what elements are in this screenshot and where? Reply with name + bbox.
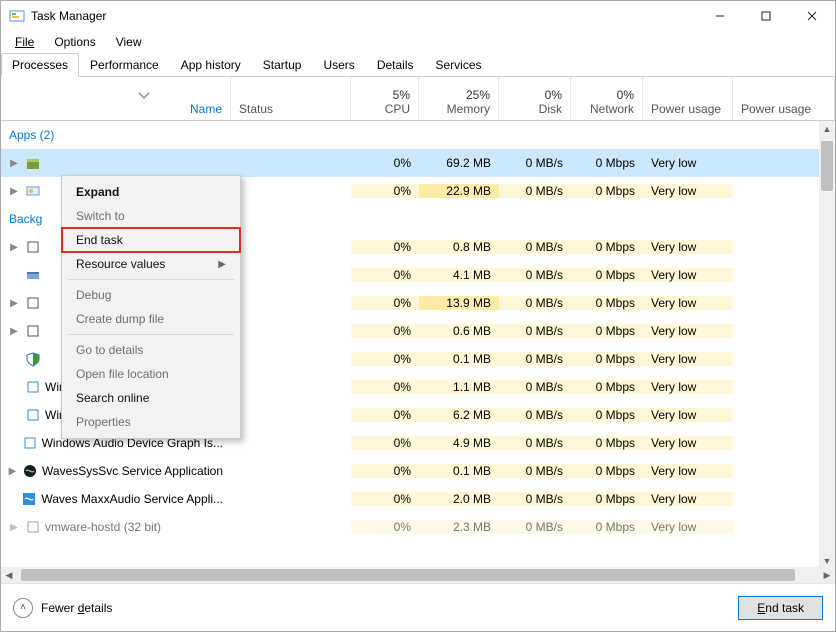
header-cpu[interactable]: 5%CPU xyxy=(351,77,419,120)
ctx-create-dump[interactable]: Create dump file xyxy=(62,307,240,331)
fewer-details-label: Fewer details xyxy=(41,601,112,615)
tab-users[interactable]: Users xyxy=(312,53,365,77)
expand-icon[interactable]: ▶ xyxy=(7,326,21,337)
process-icon xyxy=(25,295,41,311)
process-icon xyxy=(25,323,41,339)
ctx-end-task[interactable]: End task xyxy=(62,228,240,252)
titlebar: Task Manager xyxy=(1,1,835,31)
table-row[interactable]: ▶WavesSysSvc Service Application 0%0.1 M… xyxy=(1,457,819,485)
vscroll-thumb[interactable] xyxy=(821,141,833,191)
tab-services[interactable]: Services xyxy=(425,53,493,77)
tab-app-history[interactable]: App history xyxy=(170,53,252,77)
close-button[interactable] xyxy=(789,1,835,31)
expand-icon[interactable]: ▶ xyxy=(7,466,18,477)
app-icon xyxy=(25,155,41,171)
header-status[interactable]: Status xyxy=(231,77,351,120)
maximize-button[interactable] xyxy=(743,1,789,31)
menu-view[interactable]: View xyxy=(108,33,150,51)
table-row[interactable]: ▶vmware-hostd (32 bit) 0%2.3 MB0 MB/s0 M… xyxy=(1,513,819,541)
tab-processes[interactable]: Processes xyxy=(1,53,79,77)
minimize-button[interactable] xyxy=(697,1,743,31)
menubar: File Options View xyxy=(1,31,835,53)
group-apps[interactable]: Apps (2) xyxy=(1,121,819,149)
process-icon xyxy=(22,463,38,479)
chevron-right-icon: ▶ xyxy=(218,259,226,270)
window-controls xyxy=(697,1,835,31)
header-disk[interactable]: 0%Disk xyxy=(499,77,571,120)
process-icon xyxy=(25,379,41,395)
expand-icon[interactable]: ▶ xyxy=(7,522,21,533)
scroll-right-icon[interactable]: ▶ xyxy=(819,567,835,583)
fewer-details-button[interactable]: ˄ Fewer details xyxy=(13,598,112,618)
task-manager-icon xyxy=(9,8,25,24)
expand-icon[interactable]: ▶ xyxy=(7,186,21,197)
ctx-properties[interactable]: Properties xyxy=(62,410,240,434)
process-icon xyxy=(25,407,41,423)
separator xyxy=(68,279,234,280)
tab-performance[interactable]: Performance xyxy=(79,53,170,77)
menu-file[interactable]: File xyxy=(7,33,42,51)
vertical-scrollbar[interactable]: ▲ ▼ xyxy=(819,121,835,569)
expand-icon[interactable]: ▶ xyxy=(7,242,21,253)
header-name-label: Name xyxy=(190,102,222,116)
end-task-button[interactable]: End task xyxy=(738,596,823,620)
process-icon xyxy=(25,239,41,255)
footer: ˄ Fewer details End task xyxy=(1,583,835,631)
ctx-debug[interactable]: Debug xyxy=(62,283,240,307)
horizontal-scrollbar[interactable]: ◀ ▶ xyxy=(1,567,835,583)
process-icon xyxy=(25,267,41,283)
tab-row: Processes Performance App history Startu… xyxy=(1,53,835,77)
process-icon xyxy=(22,435,38,451)
process-icon xyxy=(21,491,37,507)
header-network[interactable]: 0%Network xyxy=(571,77,643,120)
ctx-resource-values[interactable]: Resource values▶ xyxy=(62,252,240,276)
separator xyxy=(68,334,234,335)
window-title: Task Manager xyxy=(31,9,697,23)
ctx-open-file-location[interactable]: Open file location xyxy=(62,362,240,386)
column-headers: Name Status 5%CPU 25%Memory 0%Disk 0%Net… xyxy=(1,77,835,121)
table-row[interactable]: ▶ 0% 69.2 MB 0 MB/s 0 Mbps Very low xyxy=(1,149,819,177)
tab-details[interactable]: Details xyxy=(366,53,425,77)
tab-startup[interactable]: Startup xyxy=(252,53,313,77)
scroll-up-icon[interactable]: ▲ xyxy=(819,121,835,137)
chevron-down-icon[interactable] xyxy=(138,89,150,103)
expand-icon[interactable]: ▶ xyxy=(7,298,21,309)
header-memory[interactable]: 25%Memory xyxy=(419,77,499,120)
expand-icon[interactable]: ▶ xyxy=(7,158,21,169)
hscroll-thumb[interactable] xyxy=(21,569,795,581)
process-icon xyxy=(25,519,41,535)
menu-options[interactable]: Options xyxy=(46,33,103,51)
scroll-left-icon[interactable]: ◀ xyxy=(1,567,17,583)
header-name[interactable]: Name xyxy=(1,77,231,120)
app-icon xyxy=(25,183,41,199)
header-power-usage[interactable]: Power usage xyxy=(643,77,733,120)
ctx-switch-to[interactable]: Switch to xyxy=(62,204,240,228)
chevron-up-circle-icon: ˄ xyxy=(13,598,33,618)
ctx-go-details[interactable]: Go to details xyxy=(62,338,240,362)
ctx-expand[interactable]: Expand xyxy=(62,180,240,204)
ctx-search-online[interactable]: Search online xyxy=(62,386,240,410)
shield-icon xyxy=(25,351,41,367)
header-power-usage-2[interactable]: Power usage xyxy=(733,77,835,120)
context-menu: Expand Switch to End task Resource value… xyxy=(61,175,241,439)
table-row[interactable]: ▶Waves MaxxAudio Service Appli... 0%2.0 … xyxy=(1,485,819,513)
